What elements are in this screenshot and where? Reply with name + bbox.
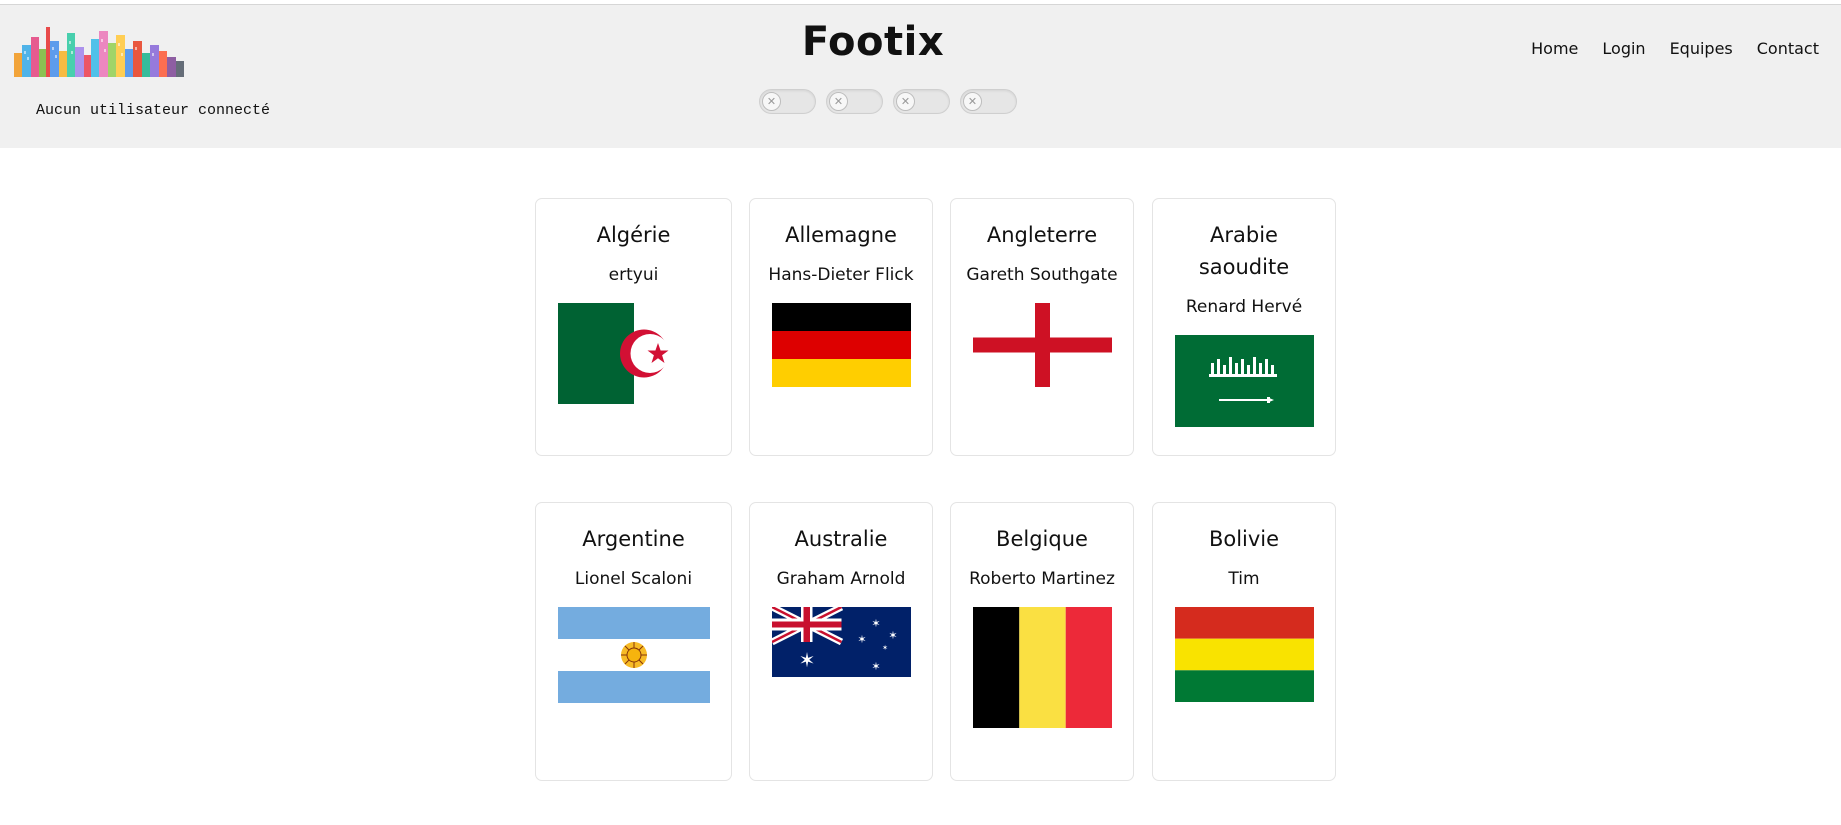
x-icon: ✕ [963, 92, 982, 111]
nav-link-equipes[interactable]: Equipes [1670, 39, 1733, 58]
team-name: Australie [794, 527, 888, 551]
team-card-australie[interactable]: Australie Graham Arnold ✶ ✶ ✶ ✶ ✶ ✶ [749, 502, 933, 781]
team-name: Allemagne [785, 223, 897, 247]
svg-text:✶: ✶ [857, 633, 866, 646]
svg-text:✶: ✶ [798, 648, 815, 672]
team-card-belgique[interactable]: Belgique Roberto Martinez [950, 502, 1134, 781]
x-icon: ✕ [762, 92, 781, 111]
team-coach: Renard Hervé [1185, 297, 1303, 317]
toggle-switch-3[interactable]: ✕ [893, 89, 950, 114]
site-title: Footix [801, 19, 945, 65]
team-card-argentine[interactable]: Argentine Lionel Scaloni [535, 502, 732, 781]
team-coach: Tim [1228, 569, 1260, 589]
team-name: Angleterre [986, 223, 1098, 247]
australia-flag-icon: ✶ ✶ ✶ ✶ ✶ ✶ [771, 607, 911, 677]
team-coach: ertyui [608, 265, 659, 285]
team-name: Algérie [596, 223, 671, 247]
team-card-algerie[interactable]: Algérie ertyui [535, 198, 732, 456]
team-coach: Lionel Scaloni [574, 569, 693, 589]
belgium-flag-icon [972, 607, 1112, 728]
argentina-flag-icon [558, 607, 710, 703]
team-coach: Gareth Southgate [966, 265, 1118, 285]
nav-link-home[interactable]: Home [1531, 39, 1578, 58]
team-name: Bolivie [1208, 527, 1280, 551]
algeria-flag-icon [558, 303, 670, 404]
saudi-arabia-flag-icon [1174, 335, 1314, 427]
svg-text:✶: ✶ [871, 660, 880, 673]
team-name: Arabie saoudite [1198, 223, 1290, 279]
team-name: Belgique [996, 527, 1088, 551]
germany-flag-icon [771, 303, 911, 387]
team-name: Argentine [582, 527, 685, 551]
toggle-switch-1[interactable]: ✕ [759, 89, 816, 114]
svg-text:✶: ✶ [871, 617, 880, 630]
nav-link-login[interactable]: Login [1602, 39, 1645, 58]
svg-text:✶: ✶ [888, 629, 897, 642]
x-icon: ✕ [896, 92, 915, 111]
toggle-switch-4[interactable]: ✕ [960, 89, 1017, 114]
team-card-arabie-saoudite[interactable]: Arabie saoudite Renard Hervé [1152, 198, 1336, 456]
england-flag-icon [972, 303, 1112, 387]
svg-text:✶: ✶ [882, 644, 888, 652]
toggle-switch-2[interactable]: ✕ [826, 89, 883, 114]
nav-link-contact[interactable]: Contact [1757, 39, 1819, 58]
team-coach: Hans-Dieter Flick [768, 265, 914, 285]
x-icon: ✕ [829, 92, 848, 111]
team-coach: Graham Arnold [776, 569, 906, 589]
user-status-text: Aucun utilisateur connecté [36, 102, 271, 119]
team-card-angleterre[interactable]: Angleterre Gareth Southgate [950, 198, 1134, 456]
bolivia-flag-icon [1174, 607, 1314, 702]
team-coach: Roberto Martinez [969, 569, 1115, 589]
toggle-group: ✕ ✕ ✕ ✕ [759, 89, 1017, 114]
team-card-bolivie[interactable]: Bolivie Tim [1152, 502, 1336, 781]
site-header: Aucun utilisateur connecté Footix ✕ ✕ ✕ … [0, 4, 1841, 148]
main-nav: Home Login Equipes Contact [1531, 39, 1819, 58]
team-card-allemagne[interactable]: Allemagne Hans-Dieter Flick [749, 198, 933, 456]
